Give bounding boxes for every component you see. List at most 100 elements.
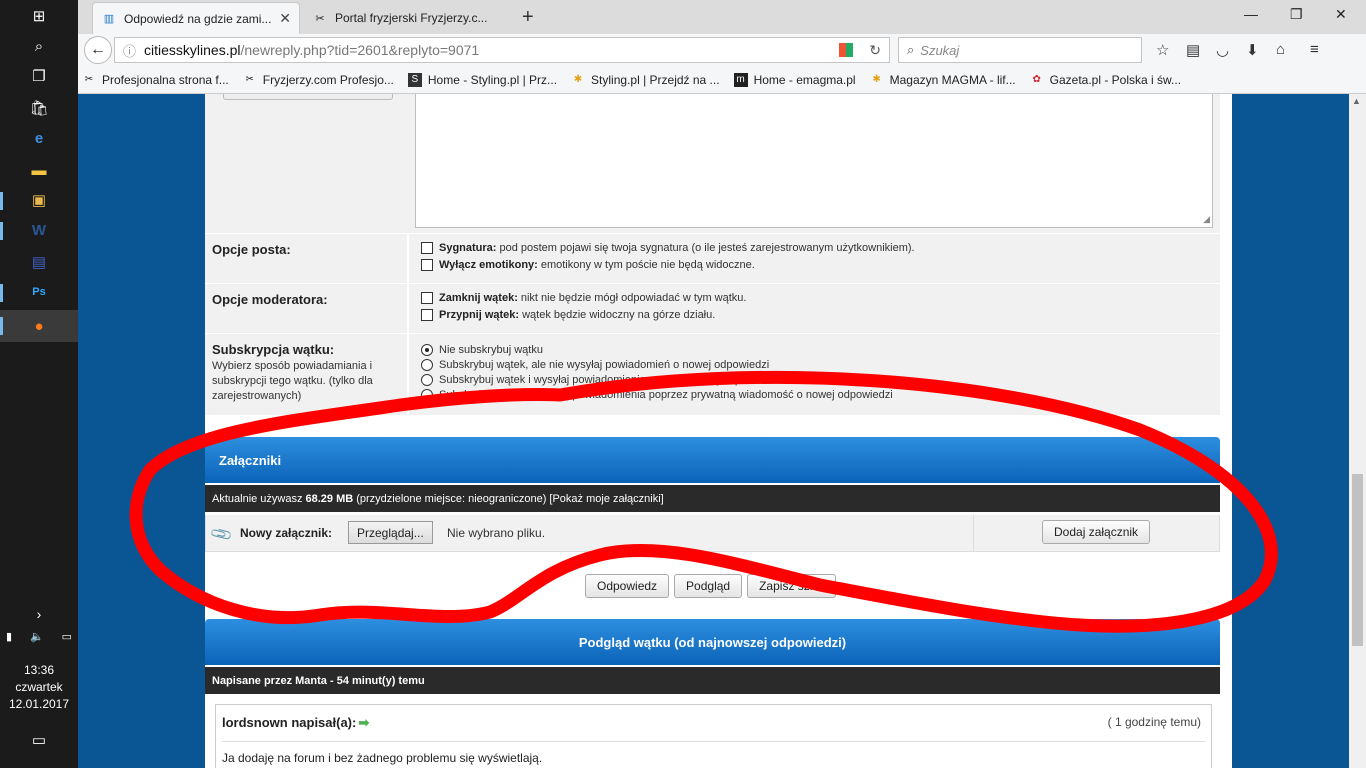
windows-start-icon[interactable]: ⊞ [27, 6, 51, 26]
subscribe-email-radio[interactable] [421, 374, 433, 386]
add-attachment-button[interactable]: Dodaj załącznik [1042, 520, 1151, 544]
close-thread-option[interactable]: Zamknij wątek: nikt nie będzie mógł odpo… [421, 292, 1210, 304]
task-view-icon[interactable]: ❐ [27, 66, 51, 86]
signature-checkbox[interactable] [421, 242, 433, 254]
browser-window: ▥ Odpowiedź na gdzie zami... ✕ ✂ Portal … [78, 0, 1366, 768]
minimize-icon[interactable]: — [1244, 6, 1258, 22]
taskbar-clock[interactable]: 13:36 czwartek 12.01.2017 [0, 662, 78, 713]
tab-fryzjerzy[interactable]: ✂ Portal fryzjerski Fryzjerzy.c... [304, 2, 516, 34]
mod-options-cell: Zamknij wątek: nikt nie będzie mógł odpo… [411, 284, 1220, 333]
search-bar[interactable]: ⌕ Szukaj [898, 37, 1142, 63]
gazeta-favicon-icon: ✿ [1032, 74, 1041, 85]
new-attachment-label: Nowy załącznik: [240, 526, 333, 540]
restore-icon[interactable]: ❐ [1290, 6, 1303, 23]
subscription-cell: Nie subskrybuj wątku Subskrybuj wątek, a… [411, 334, 1220, 415]
bookmark-item[interactable]: ✿ Gazeta.pl - Polska i św... [1030, 73, 1181, 87]
keyboard-icon[interactable]: ▭ [62, 630, 72, 643]
site-favicon-icon: ▥ [103, 13, 115, 25]
subscribe-no-notify-radio[interactable] [421, 359, 433, 371]
subscribe-pm-radio[interactable] [421, 389, 433, 401]
tab-newreply[interactable]: ▥ Odpowiedź na gdzie zami... ✕ [92, 2, 300, 34]
download-icon[interactable]: ⬇ [1246, 41, 1259, 59]
subscribe-email-option[interactable]: Subskrybuj wątek i wysyłaj powiadomienia… [421, 374, 1210, 386]
bookmark-label: Home - emagma.pl [753, 72, 856, 87]
extension-icon[interactable] [839, 43, 853, 57]
close-window-icon[interactable]: ✕ [1335, 6, 1347, 23]
disable-smilies-option[interactable]: Wyłącz emotikony: emotikony w tym poście… [421, 259, 1210, 271]
url-path: /newreply.php?tid=2601&replyto=9071 [240, 42, 480, 58]
subscription-label-cell: Subskrypcja wątku: Wybierz sposób powiad… [205, 334, 409, 415]
stick-thread-checkbox[interactable] [421, 309, 433, 321]
quote-time: ( 1 godzinę temu) [1107, 715, 1201, 729]
new-tab-icon[interactable]: + [522, 6, 534, 29]
reading-list-icon[interactable]: ▤ [1186, 41, 1200, 59]
bookmark-label: Styling.pl | Przejdź na ... [591, 72, 720, 87]
arrow-left-icon: ← [90, 41, 106, 58]
editor-button[interactable] [223, 94, 393, 100]
close-thread-checkbox[interactable] [421, 292, 433, 304]
bookmark-item[interactable]: m Home - emagma.pl [733, 72, 856, 87]
store-icon[interactable]: 🛍 [27, 98, 51, 118]
message-row: ◢ [205, 94, 1220, 234]
message-textarea[interactable]: ◢ [415, 94, 1213, 228]
volume-icon[interactable]: 🔈 [30, 630, 44, 643]
subscribe-none-option[interactable]: Nie subskrybuj wątku [421, 344, 1210, 356]
back-button[interactable]: ← [84, 36, 112, 64]
subscribe-none-radio[interactable] [421, 344, 433, 356]
emagma-favicon-icon: m [733, 72, 748, 87]
signal-icon[interactable]: ▮ [6, 630, 12, 643]
divider [973, 515, 974, 551]
bookmark-label: Gazeta.pl - Polska i św... [1049, 72, 1182, 87]
tab-label: Odpowiedź na gdzie zami... [124, 11, 272, 26]
url-bar[interactable]: ⓘ citiesskylines.pl/newreply.php?tid=260… [114, 37, 890, 63]
reply-button[interactable]: Odpowiedz [585, 574, 670, 598]
save-draft-button[interactable]: Zapisz szkic [747, 574, 837, 598]
edge-icon[interactable]: e [27, 128, 51, 148]
file-explorer-icon[interactable]: ▬ [27, 160, 51, 180]
search-icon[interactable]: ⌕ [27, 36, 51, 56]
subscribe-email-label: Subskrybuj wątek i wysyłaj powiadomienia… [439, 374, 778, 386]
mod-options-label: Opcje moderatora: [212, 292, 328, 307]
scroll-thumb[interactable] [1352, 474, 1363, 646]
clock-time: 13:36 [23, 663, 55, 677]
bookmark-item[interactable]: ✱ Magazyn MAGMA - lif... [870, 73, 1015, 87]
bookmark-item[interactable]: ✱ Styling.pl | Przejdź na ... [571, 73, 720, 87]
mod-options-label-cell: Opcje moderatora: [205, 284, 409, 333]
subscribe-no-notify-label: Subskrybuj wątek, ale nie wysyłaj powiad… [439, 359, 770, 371]
browse-file-button[interactable]: Przeglądaj... [348, 521, 433, 544]
close-tab-icon[interactable]: ✕ [279, 10, 291, 27]
notifications-icon[interactable]: ▭ [27, 730, 51, 750]
tab-label: Portal fryzjerski Fryzjerzy.c... [335, 11, 488, 25]
preview-button[interactable]: Podgląd [674, 574, 743, 598]
bookmark-item[interactable]: ✂ Fryzjerzy.com Profesjo... [243, 73, 394, 87]
subscription-label: Subskrypcja wątku: [212, 342, 335, 357]
usage-suffix[interactable]: (przydzielone miejsce: nieograniczone) [… [356, 493, 664, 505]
save-app-icon[interactable]: ▤ [27, 252, 51, 272]
chevron-right-icon[interactable]: › [27, 604, 51, 624]
subscription-row: Subskrypcja wątku: Wybierz sposób powiad… [205, 334, 1220, 416]
photoshop-icon[interactable]: Ps [27, 282, 51, 302]
info-icon[interactable]: ⓘ [123, 41, 136, 60]
subscribe-no-notify-option[interactable]: Subskrybuj wątek, ale nie wysyłaj powiad… [421, 359, 1210, 371]
reload-icon[interactable]: ↻ [869, 42, 881, 59]
pocket-icon[interactable]: ◡ [1216, 41, 1229, 59]
bookmark-item[interactable]: S Home - Styling.pl | Prz... [407, 72, 557, 87]
subscribe-pm-option[interactable]: Subskrybuj wątek i wysyłaj powiadomienia… [421, 389, 1210, 401]
signature-option[interactable]: Sygnatura: pod postem pojawi się twoja s… [421, 242, 1210, 254]
resize-handle-icon[interactable]: ◢ [1203, 214, 1210, 225]
menu-icon[interactable]: ≡ [1310, 41, 1319, 58]
attachments-title: Załączniki [219, 452, 282, 468]
app-icon[interactable]: ▣ [27, 190, 51, 210]
url-domain: citiesskylines.pl [144, 42, 241, 58]
stick-thread-option[interactable]: Przypnij wątek: wątek będzie widoczny na… [421, 309, 1210, 321]
bookmark-item[interactable]: ✂ Profesjonalna strona f... [82, 73, 229, 87]
scroll-up-icon[interactable]: ▲ [1352, 96, 1361, 106]
arrow-right-icon[interactable]: ➡ [358, 715, 369, 730]
home-icon[interactable]: ⌂ [1276, 41, 1285, 58]
disable-smilies-checkbox[interactable] [421, 259, 433, 271]
usage-value: 68.29 MB [305, 492, 354, 505]
page-scrollbar[interactable]: ▲ [1349, 94, 1366, 768]
word-icon[interactable]: W [27, 220, 51, 240]
bookmark-star-icon[interactable]: ☆ [1156, 41, 1169, 59]
firefox-icon[interactable]: ● [27, 316, 51, 336]
